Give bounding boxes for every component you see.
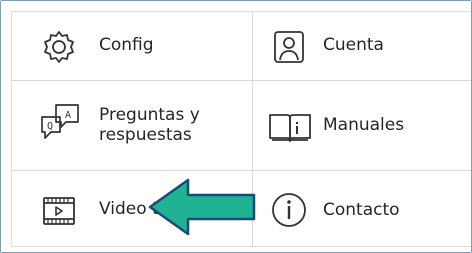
menu-item-contacto[interactable]: Contacto	[253, 171, 471, 246]
menu-item-preguntas-y-respuestas[interactable]: A Q Preguntas y respuestas	[12, 81, 253, 171]
qa-bubbles-icon: A Q	[41, 104, 79, 139]
menu-item-label: Contacto	[323, 200, 400, 220]
book-icon	[269, 114, 311, 142]
info-icon	[272, 193, 306, 227]
menu-item-cuenta[interactable]: Cuenta	[253, 12, 471, 81]
screenshot-frame: Config Cuenta A Q Preguntas y respuestas…	[0, 0, 472, 253]
menu-item-label: Config	[99, 35, 154, 55]
gear-icon	[44, 31, 74, 63]
user-icon	[274, 31, 304, 63]
menu-item-label: Cuenta	[323, 35, 384, 55]
menu-item-config[interactable]: Config	[12, 12, 253, 81]
video-icon	[43, 197, 75, 225]
menu-item-manuales[interactable]: Manuales	[253, 81, 471, 171]
svg-text:A: A	[65, 110, 71, 121]
arrow-left-icon	[148, 178, 256, 236]
menu-item-label: Preguntas y respuestas	[99, 105, 200, 145]
menu-item-label: Manuales	[323, 115, 405, 135]
svg-text:Q: Q	[47, 121, 53, 132]
